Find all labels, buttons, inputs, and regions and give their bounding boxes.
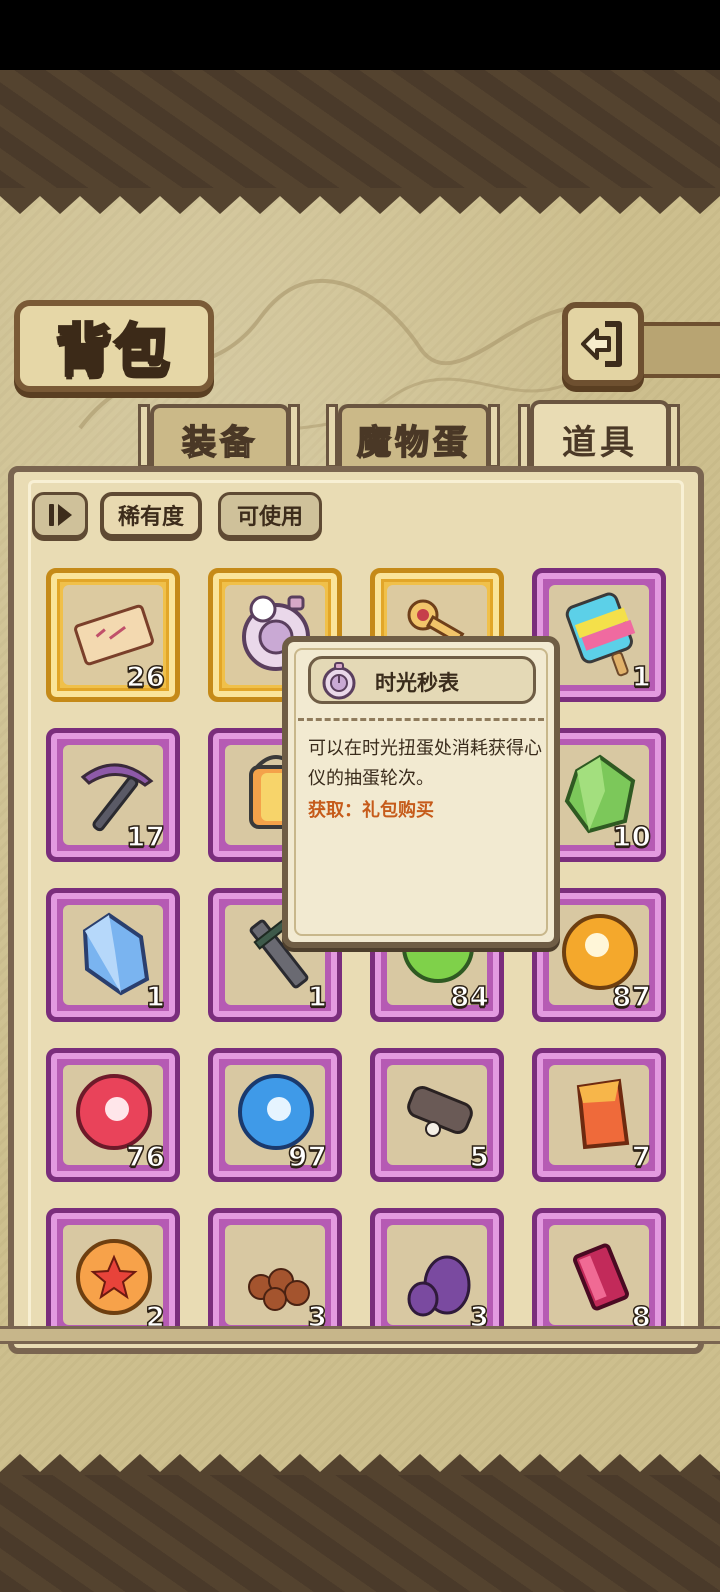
item-count: 8: [631, 1299, 652, 1328]
item-count: 97: [287, 1139, 327, 1174]
item-slot-magenta-gem[interactable]: 8: [532, 1208, 666, 1328]
tab-label: 道具: [562, 422, 638, 463]
back-button[interactable]: [562, 302, 644, 386]
item-slot-blue-crystal[interactable]: 1: [46, 888, 180, 1022]
sort-toggle-button[interactable]: [32, 492, 88, 538]
item-count: 17: [125, 819, 165, 854]
tab-post: [488, 404, 500, 468]
map-background-top: [0, 70, 720, 192]
tooltip-title: 时光秒表: [375, 671, 459, 695]
tooltip-source: 获取：礼包购买: [308, 800, 434, 821]
tab-monster-eggs[interactable]: 魔物蛋: [338, 404, 490, 470]
tab-post: [288, 404, 300, 468]
item-slot-red-orb[interactable]: 76: [46, 1048, 180, 1182]
tooltip-description: 可以在时光扭蛋处消耗获得心仪的抽蛋轮次。: [308, 738, 542, 789]
usable-filter-label: 可使用: [236, 505, 303, 530]
item-slot-brown-beans[interactable]: 3: [208, 1208, 342, 1328]
item-count: 5: [469, 1139, 490, 1174]
item-slot-star-orb[interactable]: 2: [46, 1208, 180, 1328]
item-tooltip: 时光秒表 可以在时光扭蛋处消耗获得心仪的抽蛋轮次。 获取：礼包购买: [282, 636, 560, 948]
item-slot-skull-bullet[interactable]: 5: [370, 1048, 504, 1182]
rarity-filter-button[interactable]: 稀有度: [100, 492, 202, 538]
item-slot-purple-eggs[interactable]: 3: [370, 1208, 504, 1328]
grid-bottom-rail: [0, 1326, 720, 1344]
item-count: 3: [469, 1299, 490, 1328]
item-count: 10: [611, 819, 651, 854]
rarity-filter-label: 稀有度: [117, 505, 184, 530]
item-count: 76: [125, 1139, 165, 1174]
sort-toggle-icon: [49, 504, 72, 526]
item-count: 2: [145, 1299, 166, 1328]
item-count: 1: [307, 979, 328, 1014]
item-slot-blue-orb[interactable]: 97: [208, 1048, 342, 1182]
item-slot-red-ore[interactable]: 7: [532, 1048, 666, 1182]
tooltip-header: 时光秒表: [308, 656, 536, 704]
item-count: 3: [307, 1299, 328, 1328]
tab-items[interactable]: 道具: [530, 400, 670, 474]
stopwatch-icon: [322, 662, 356, 700]
status-bar: [0, 0, 720, 70]
item-count: 7: [631, 1139, 652, 1174]
back-rail: [640, 322, 720, 378]
item-slot-pickaxe[interactable]: 17: [46, 728, 180, 862]
tab-equipment[interactable]: 装备: [150, 404, 290, 470]
item-count: 84: [449, 979, 489, 1014]
tab-post: [138, 404, 150, 468]
back-arrow-icon: [581, 321, 622, 367]
map-background-bottom: [0, 1475, 720, 1592]
item-count: 87: [611, 979, 651, 1014]
item-count: 1: [631, 659, 652, 694]
page-title: 背包: [55, 316, 172, 385]
item-count: 26: [125, 659, 165, 694]
title-plate: 背包: [14, 300, 214, 392]
item-slot-ticket[interactable]: 26: [46, 568, 180, 702]
tab-label: 装备: [181, 422, 258, 464]
tab-label: 魔物蛋: [356, 422, 471, 464]
tab-post: [326, 404, 338, 468]
usable-filter-button[interactable]: 可使用: [218, 492, 322, 538]
item-count: 1: [145, 979, 166, 1014]
tooltip-divider: [298, 718, 544, 721]
